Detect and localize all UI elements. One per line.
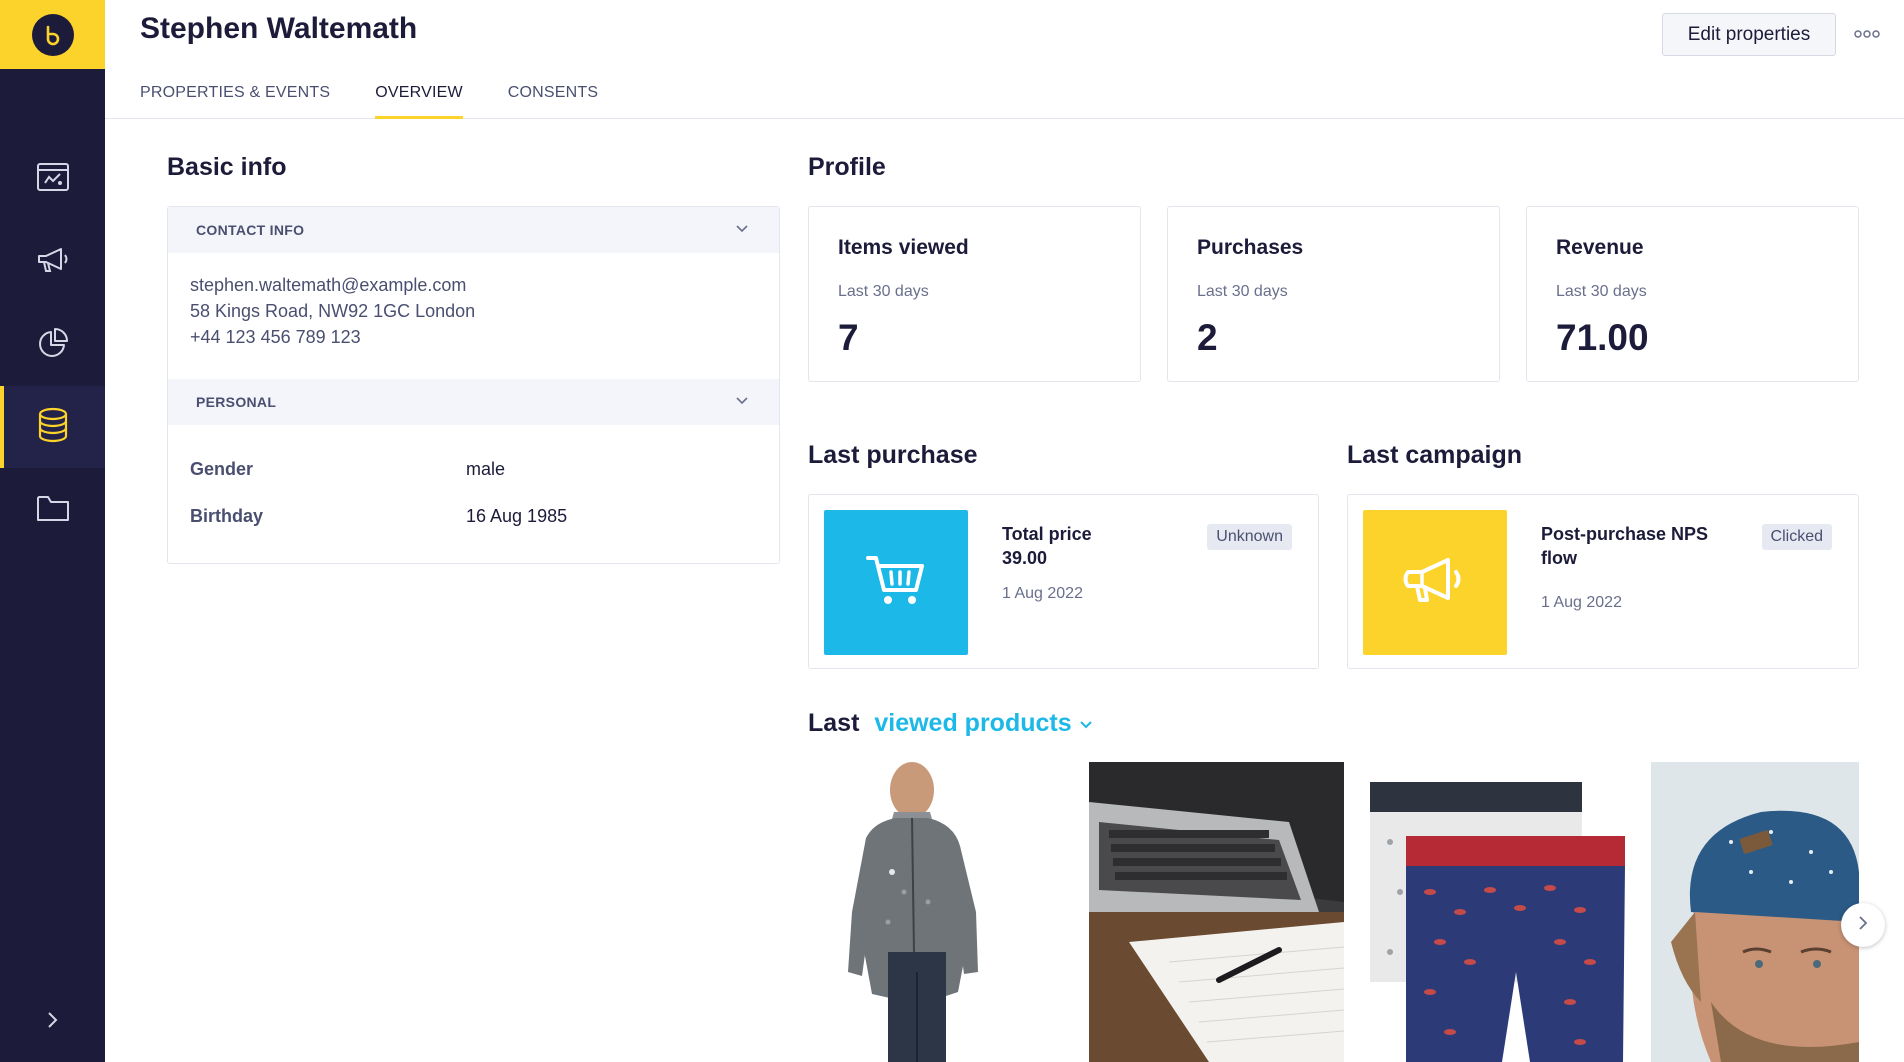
last-purchase-title: Last purchase bbox=[808, 441, 978, 469]
gender-value: male bbox=[466, 459, 506, 479]
phone-text: +44 123 456 789 123 bbox=[190, 327, 361, 347]
stat-subtitle: Last 30 days bbox=[1556, 283, 1647, 300]
sidebar-item-data[interactable] bbox=[0, 386, 105, 468]
edit-properties-button[interactable]: Edit properties bbox=[1662, 13, 1836, 56]
pie-chart-icon bbox=[36, 326, 70, 365]
gender-label: Gender bbox=[190, 459, 254, 479]
chevron-down-icon bbox=[735, 222, 749, 239]
address-text: 58 Kings Road, NW92 1GC London bbox=[190, 301, 476, 321]
app-root: Stephen Waltemath Edit properties PROPER… bbox=[0, 0, 1904, 1062]
purchase-thumbnail bbox=[824, 510, 968, 655]
campaign-thumbnail bbox=[1363, 510, 1507, 655]
stat-subtitle: Last 30 days bbox=[1197, 283, 1288, 300]
personal-label: PERSONAL bbox=[196, 394, 277, 410]
more-options-button[interactable] bbox=[1850, 24, 1884, 44]
chevron-down-icon bbox=[735, 394, 749, 411]
product-card[interactable] bbox=[1370, 762, 1625, 1062]
campaign-title: Post-purchase NPS flow bbox=[1541, 522, 1708, 570]
campaign-line-2: flow bbox=[1541, 548, 1577, 568]
laptop-notebook-image bbox=[1089, 762, 1344, 1062]
last-purchase-card[interactable]: Total price 39.00 1 Aug 2022 Unknown bbox=[808, 494, 1319, 669]
tab-bar: PROPERTIES & EVENTS OVERVIEW CONSENTS bbox=[140, 84, 598, 119]
tab-consents[interactable]: CONSENTS bbox=[508, 84, 599, 119]
web-layout-icon bbox=[36, 162, 70, 197]
sidebar-item-campaigns[interactable] bbox=[0, 221, 105, 303]
contact-info-header[interactable]: CONTACT INFO bbox=[168, 207, 779, 253]
basic-info-card: CONTACT INFO stephen.waltemath@example.c… bbox=[167, 206, 780, 564]
stat-title: Items viewed bbox=[838, 236, 969, 259]
database-icon bbox=[36, 407, 70, 448]
products-next-button[interactable] bbox=[1841, 903, 1885, 947]
profile-title: Profile bbox=[808, 153, 886, 181]
viewed-products-label: viewed products bbox=[874, 709, 1072, 737]
last-campaign-title: Last campaign bbox=[1347, 441, 1523, 469]
personal-header[interactable]: PERSONAL bbox=[168, 379, 779, 425]
product-card[interactable] bbox=[1651, 762, 1859, 1062]
last-campaign-card[interactable]: Post-purchase NPS flow 1 Aug 2022 Clicke… bbox=[1347, 494, 1859, 669]
sidebar-expand-button[interactable] bbox=[0, 1000, 105, 1044]
logo[interactable] bbox=[0, 0, 105, 69]
birthday-label: Birthday bbox=[190, 506, 264, 526]
b-logo-icon bbox=[31, 13, 74, 56]
birthday-value: 16 Aug 1985 bbox=[466, 506, 568, 526]
chevron-right-icon bbox=[46, 1010, 60, 1035]
megaphone-icon bbox=[36, 245, 70, 280]
purchase-line-2: 39.00 bbox=[1002, 548, 1048, 568]
stat-subtitle: Last 30 days bbox=[838, 283, 929, 300]
product-card[interactable] bbox=[1089, 762, 1344, 1062]
stat-value: 2 bbox=[1197, 317, 1218, 358]
viewed-products-header: Last viewed products bbox=[808, 709, 1093, 738]
tab-properties-events[interactable]: PROPERTIES & EVENTS bbox=[140, 84, 330, 119]
revenue-card: Revenue Last 30 days 71.00 bbox=[1526, 206, 1859, 382]
sidebar-item-web-layout[interactable] bbox=[0, 138, 105, 220]
items-viewed-card: Items viewed Last 30 days 7 bbox=[808, 206, 1141, 382]
page-title: Stephen Waltemath bbox=[140, 12, 418, 45]
boxer-shorts-image bbox=[1370, 782, 1625, 1062]
status-badge: Clicked bbox=[1761, 524, 1832, 550]
fleece-jacket-image bbox=[848, 762, 978, 1062]
purchase-date: 1 Aug 2022 bbox=[1002, 585, 1083, 602]
purchases-card: Purchases Last 30 days 2 bbox=[1167, 206, 1500, 382]
sidebar-item-analytics[interactable] bbox=[0, 304, 105, 386]
stat-title: Purchases bbox=[1197, 236, 1304, 259]
basic-info-title: Basic info bbox=[167, 153, 287, 181]
folder-icon bbox=[36, 493, 70, 528]
sidebar-item-assets[interactable] bbox=[0, 469, 105, 551]
tab-overview[interactable]: OVERVIEW bbox=[375, 84, 463, 119]
beanie-man-image bbox=[1651, 762, 1859, 1062]
sidebar bbox=[0, 0, 105, 1062]
chevron-right-icon bbox=[1857, 915, 1869, 936]
purchase-title: Total price 39.00 bbox=[1002, 522, 1092, 570]
stat-value: 7 bbox=[838, 317, 859, 358]
shopping-cart-icon bbox=[864, 550, 928, 615]
purchase-line-1: Total price bbox=[1002, 524, 1092, 544]
email-text: stephen.waltemath@example.com bbox=[190, 275, 467, 295]
products-prefix: Last bbox=[808, 709, 860, 737]
status-badge: Unknown bbox=[1207, 524, 1292, 550]
chevron-down-icon bbox=[1079, 709, 1093, 737]
viewed-products-dropdown[interactable]: viewed products bbox=[874, 709, 1092, 737]
stat-value: 71.00 bbox=[1556, 317, 1649, 358]
product-card[interactable] bbox=[808, 762, 1063, 1062]
page-header: Stephen Waltemath Edit properties PROPER… bbox=[105, 0, 1904, 119]
stat-title: Revenue bbox=[1556, 236, 1644, 259]
campaign-line-1: Post-purchase NPS bbox=[1541, 524, 1709, 544]
contact-info-label: CONTACT INFO bbox=[196, 222, 305, 238]
megaphone-icon bbox=[1400, 552, 1470, 613]
more-dots-icon bbox=[1854, 25, 1880, 43]
campaign-date: 1 Aug 2022 bbox=[1541, 594, 1622, 611]
